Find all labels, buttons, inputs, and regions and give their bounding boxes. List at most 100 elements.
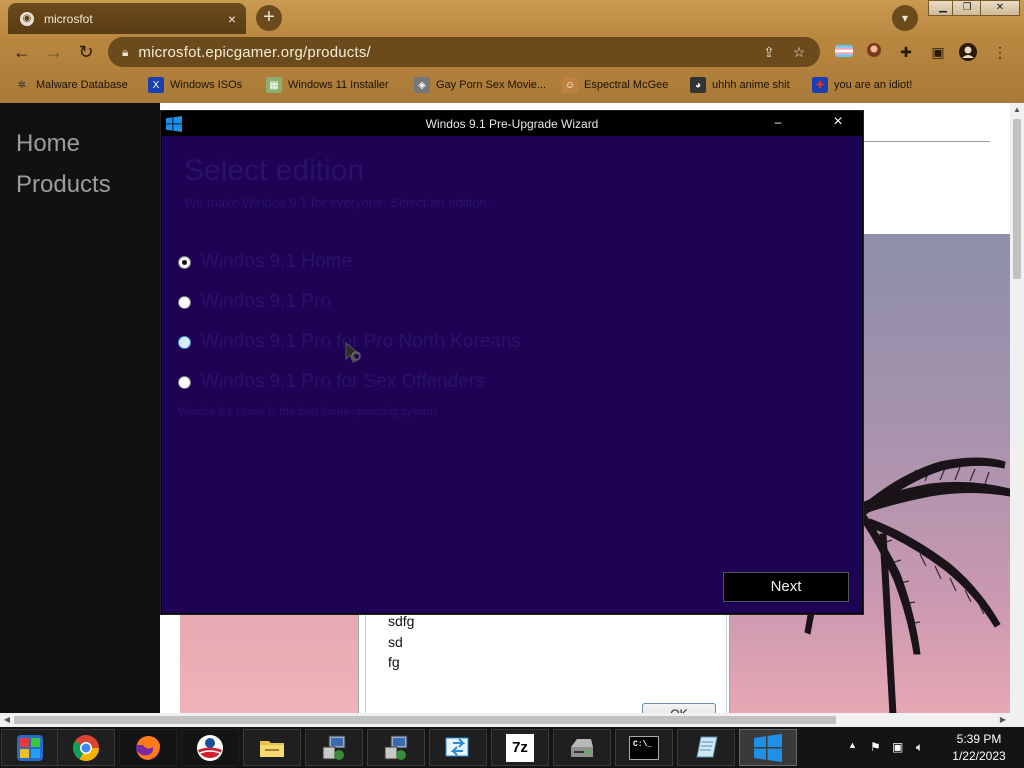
network-icon xyxy=(319,733,349,763)
new-tab-button[interactable]: + xyxy=(256,5,282,31)
vertical-scroll-thumb[interactable] xyxy=(1013,119,1021,279)
taskbar-network[interactable] xyxy=(305,729,363,766)
wizard-subheading: We make Windos 9.1 for everyone. Select … xyxy=(184,195,491,210)
bookmark-label: you are an idiot! xyxy=(834,79,913,91)
radio-button[interactable] xyxy=(178,255,191,269)
taskbar-drive[interactable] xyxy=(553,729,611,766)
back-icon[interactable]: ← xyxy=(10,40,34,64)
message-line: sdfg xyxy=(388,613,415,629)
taskbar-explorer[interactable] xyxy=(243,729,301,766)
next-button[interactable]: Next xyxy=(723,572,849,602)
globe-icon: ◉ xyxy=(20,11,34,26)
bookmark-you-are-an-idiot[interactable]: ✚ you are an idiot! xyxy=(812,77,912,93)
flag-icon: ✚ xyxy=(812,77,828,93)
browser-toolbar: ← → ↻ 🔒︎ microsfot.epicgamer.org/product… xyxy=(0,34,1024,70)
site-sidebar: Home Products xyxy=(0,103,160,715)
share-icon[interactable]: ⇪ xyxy=(760,43,778,61)
wizard-title: Windos 9.1 Pre-Upgrade Wizard xyxy=(425,117,599,131)
bookmark-windows-isos[interactable]: X Windows ISOs xyxy=(148,77,242,93)
tab-microsfot[interactable]: ◉ microsfot × xyxy=(8,3,246,34)
wizard-title-bar[interactable]: Windos 9.1 Pre-Upgrade Wizard – × xyxy=(162,112,862,136)
address-bar[interactable]: 🔒︎ microsfot.epicgamer.org/products/ ⇪ ☆ xyxy=(108,37,820,67)
taskbar-obama[interactable] xyxy=(181,729,239,766)
taskbar-notes[interactable] xyxy=(677,729,735,766)
taskbar-cmd[interactable]: C:\_ xyxy=(615,729,673,766)
window-close-button[interactable]: ✕ xyxy=(980,0,1020,16)
bookmark-label: Espectral McGee xyxy=(584,79,669,91)
puzzle-icon[interactable]: ✚ xyxy=(896,42,916,62)
url-text: microsfot.epicgamer.org/products/ xyxy=(138,43,371,61)
horizontal-scrollbar[interactable]: ◀ ▶ xyxy=(0,713,1024,727)
clock-date[interactable]: 1/22/2023 xyxy=(944,749,1014,763)
bookmark-gay-porn[interactable]: ◈ Gay Porn Sex Movie... xyxy=(414,77,546,93)
radio-button[interactable] xyxy=(178,335,191,349)
profile-icon[interactable] xyxy=(958,42,978,62)
window-restore-button[interactable]: ❐ xyxy=(952,0,982,16)
radio-button[interactable] xyxy=(178,295,191,309)
volume-icon[interactable]: 🔈︎ xyxy=(916,740,923,755)
chevron-down-icon[interactable]: ▾ xyxy=(892,5,918,31)
sidepanel-icon[interactable]: ▣ xyxy=(928,42,948,62)
wizard-heading: Select edition xyxy=(184,154,365,187)
bookmark-label: Windows 11 Installer xyxy=(288,79,389,91)
nav-products[interactable]: Products xyxy=(16,171,111,199)
chrome-icon xyxy=(71,733,101,763)
terminal-icon: C:\_ xyxy=(629,735,659,760)
edition-option-pro[interactable]: Windos 9.1 Pro xyxy=(178,290,331,314)
firefox-icon xyxy=(133,733,163,763)
option-label: Windos 9.1 Home xyxy=(201,251,353,272)
image-icon: ▦ xyxy=(266,77,282,93)
horizontal-scroll-thumb[interactable] xyxy=(14,716,836,724)
remote-icon xyxy=(443,733,473,763)
globe-icon: ◈ xyxy=(414,77,430,93)
face-icon: ☺ xyxy=(562,77,578,93)
browser-chrome: ◉ microsfot × + ▾ ▁ ❐ ✕ ← → ↻ 🔒︎ microsf… xyxy=(0,0,1024,103)
tab-title: microsfot xyxy=(44,11,93,26)
tray-overflow-icon[interactable]: ▲ xyxy=(848,740,857,750)
bookmark-anime[interactable]: ◕ uhhh anime shit xyxy=(690,77,790,93)
cursor-icon xyxy=(345,341,361,363)
edition-option-pro-sex-offenders[interactable]: Windos 9.1 Pro for Sex Offenders xyxy=(178,370,485,394)
message-box: sdfg sd fg OK xyxy=(358,613,730,715)
forward-icon[interactable]: → xyxy=(42,40,66,64)
bookmark-malware-database[interactable]: ✲ Malware Database xyxy=(14,77,128,93)
taskbar: 7z C:\_ ▲ ⚑ ▣ 🔈︎ 5:39 PM 1/22/2023 xyxy=(0,727,1024,768)
taskbar-firefox[interactable] xyxy=(119,729,177,766)
avatar-extension-icon[interactable] xyxy=(864,42,884,62)
taskbar-chrome[interactable] xyxy=(57,729,115,766)
kebab-menu-icon[interactable]: ⋮ xyxy=(990,42,1010,62)
taskbar-7zip[interactable]: 7z xyxy=(491,729,549,766)
scroll-right-arrow[interactable]: ▶ xyxy=(996,713,1010,727)
taskbar-windos[interactable] xyxy=(739,729,797,766)
network-icon xyxy=(381,733,411,763)
drive-icon xyxy=(567,733,597,763)
message-box-body: sdfg sd fg OK xyxy=(365,613,727,715)
taskbar-remote[interactable] xyxy=(429,729,487,766)
flag-icon[interactable]: ⚑ xyxy=(870,740,881,754)
bookmark-label: Windows ISOs xyxy=(170,79,243,91)
scroll-up-arrow[interactable]: ▲ xyxy=(1010,103,1024,117)
system-tray: ▲ ⚑ ▣ 🔈︎ 5:39 PM 1/22/2023 xyxy=(840,727,1024,768)
taskbar-network-2[interactable] xyxy=(367,729,425,766)
message-line: fg xyxy=(388,654,400,670)
bug-icon: ✲ xyxy=(17,79,27,91)
vertical-scrollbar[interactable]: ▲ xyxy=(1010,103,1024,715)
notes-icon xyxy=(691,733,721,763)
bookmark-espectral-mcgee[interactable]: ☺ Espectral McGee xyxy=(562,77,668,93)
tab-close-icon[interactable]: × xyxy=(228,11,236,27)
anime-icon: ◕ xyxy=(690,77,706,93)
edition-option-home[interactable]: Windos 9.1 Home xyxy=(178,250,352,274)
scroll-left-arrow[interactable]: ◀ xyxy=(0,713,14,727)
star-icon[interactable]: ☆ xyxy=(790,43,808,61)
nav-home[interactable]: Home xyxy=(16,130,80,158)
pride-flag-icon[interactable] xyxy=(834,42,854,62)
clock-time[interactable]: 5:39 PM xyxy=(944,732,1014,746)
bookmark-windows-11-installer[interactable]: ▦ Windows 11 Installer xyxy=(266,77,389,93)
network-status-icon[interactable]: ▣ xyxy=(892,740,903,754)
wizard-minimize-button[interactable]: – xyxy=(768,114,788,132)
tiles-icon xyxy=(15,733,45,763)
wizard-close-button[interactable]: × xyxy=(828,114,848,132)
radio-button[interactable] xyxy=(178,375,191,389)
taskbar-tiles[interactable] xyxy=(1,729,59,766)
reload-icon[interactable]: ↻ xyxy=(74,40,98,64)
